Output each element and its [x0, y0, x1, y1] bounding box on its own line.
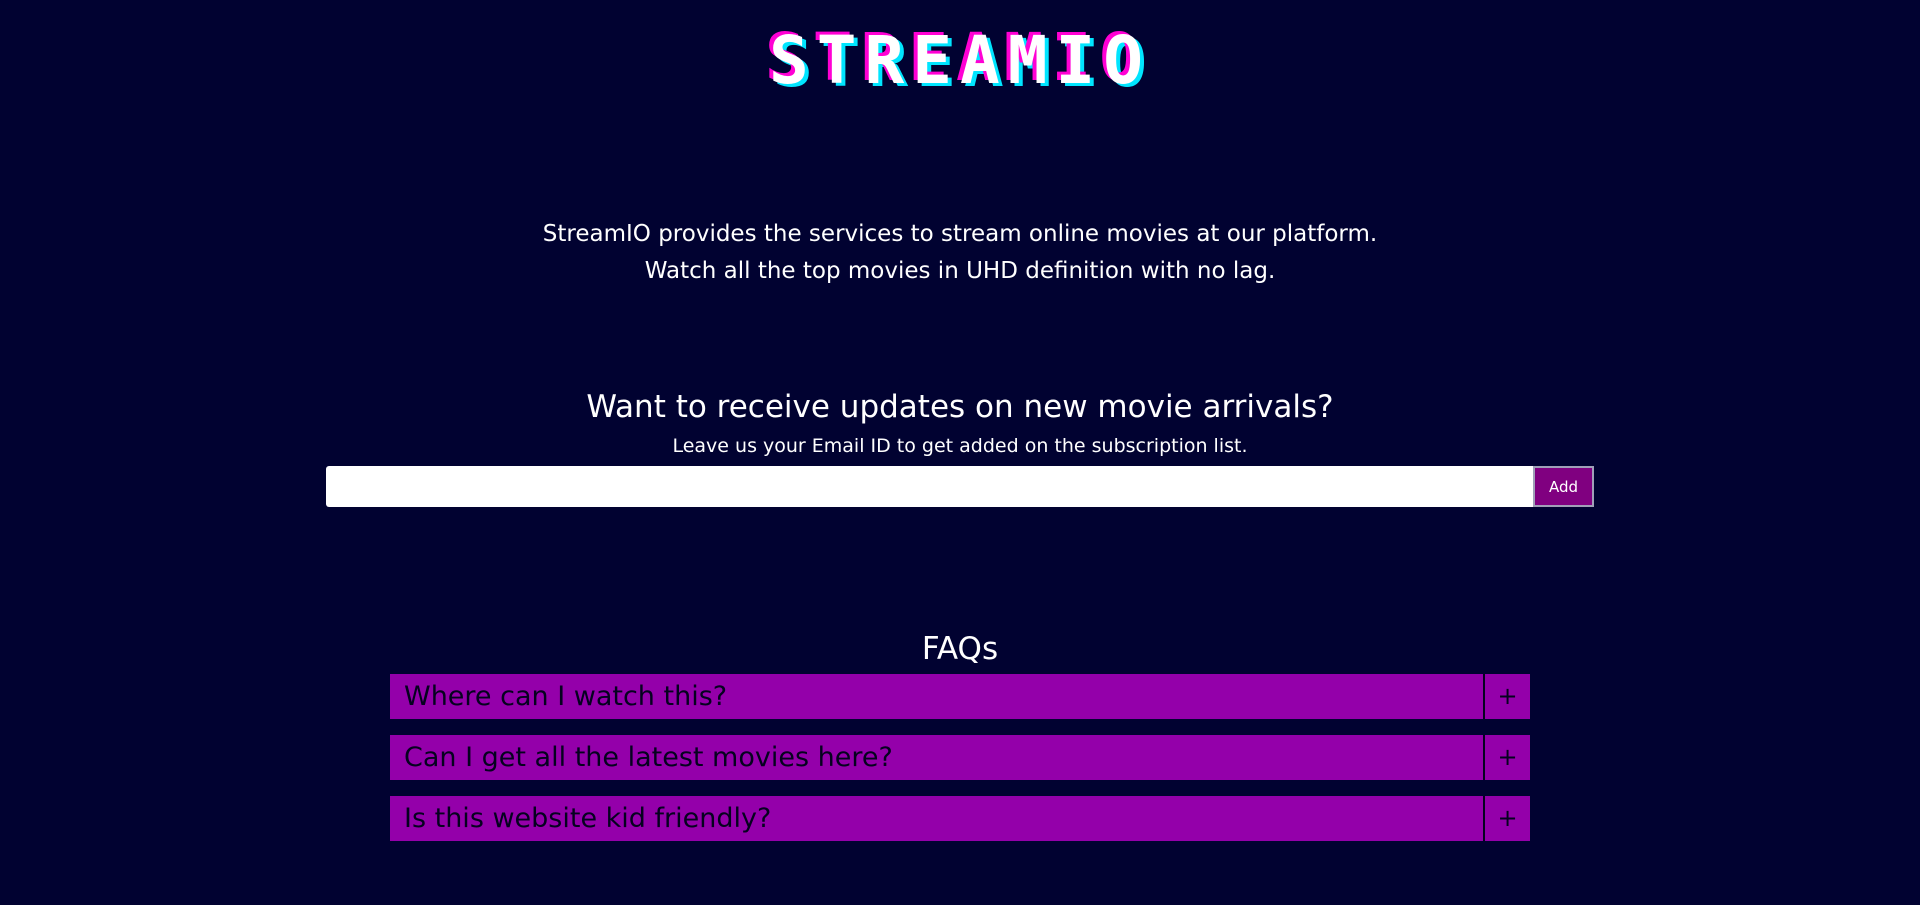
faq-item[interactable]: Can I get all the latest movies here? +	[390, 735, 1530, 780]
faq-question: Is this website kid friendly?	[404, 803, 772, 834]
intro-text: StreamIO provides the services to stream…	[0, 216, 1920, 290]
intro-line-1: StreamIO provides the services to stream…	[542, 221, 1378, 247]
add-button[interactable]: Add	[1533, 466, 1594, 507]
faq-item[interactable]: Where can I watch this? +	[390, 674, 1530, 719]
plus-icon[interactable]: +	[1483, 674, 1530, 719]
email-input[interactable]	[326, 466, 1533, 507]
faq-item[interactable]: Is this website kid friendly? +	[390, 796, 1530, 841]
faq-list: Where can I watch this? + Can I get all …	[390, 674, 1530, 857]
subscribe-title: Want to receive updates on new movie arr…	[586, 389, 1334, 425]
streamio-logo: STREAMIO	[769, 22, 1151, 99]
plus-icon[interactable]: +	[1483, 735, 1530, 780]
faq-question: Where can I watch this?	[404, 681, 728, 712]
intro-line-2: Watch all the top movies in UHD definiti…	[644, 258, 1276, 284]
subscribe-form: Add	[326, 466, 1594, 507]
plus-icon[interactable]: +	[1483, 796, 1530, 841]
faq-title: FAQs	[921, 631, 999, 667]
subscribe-subtitle: Leave us your Email ID to get added on t…	[672, 435, 1248, 457]
faq-question: Can I get all the latest movies here?	[404, 742, 893, 773]
